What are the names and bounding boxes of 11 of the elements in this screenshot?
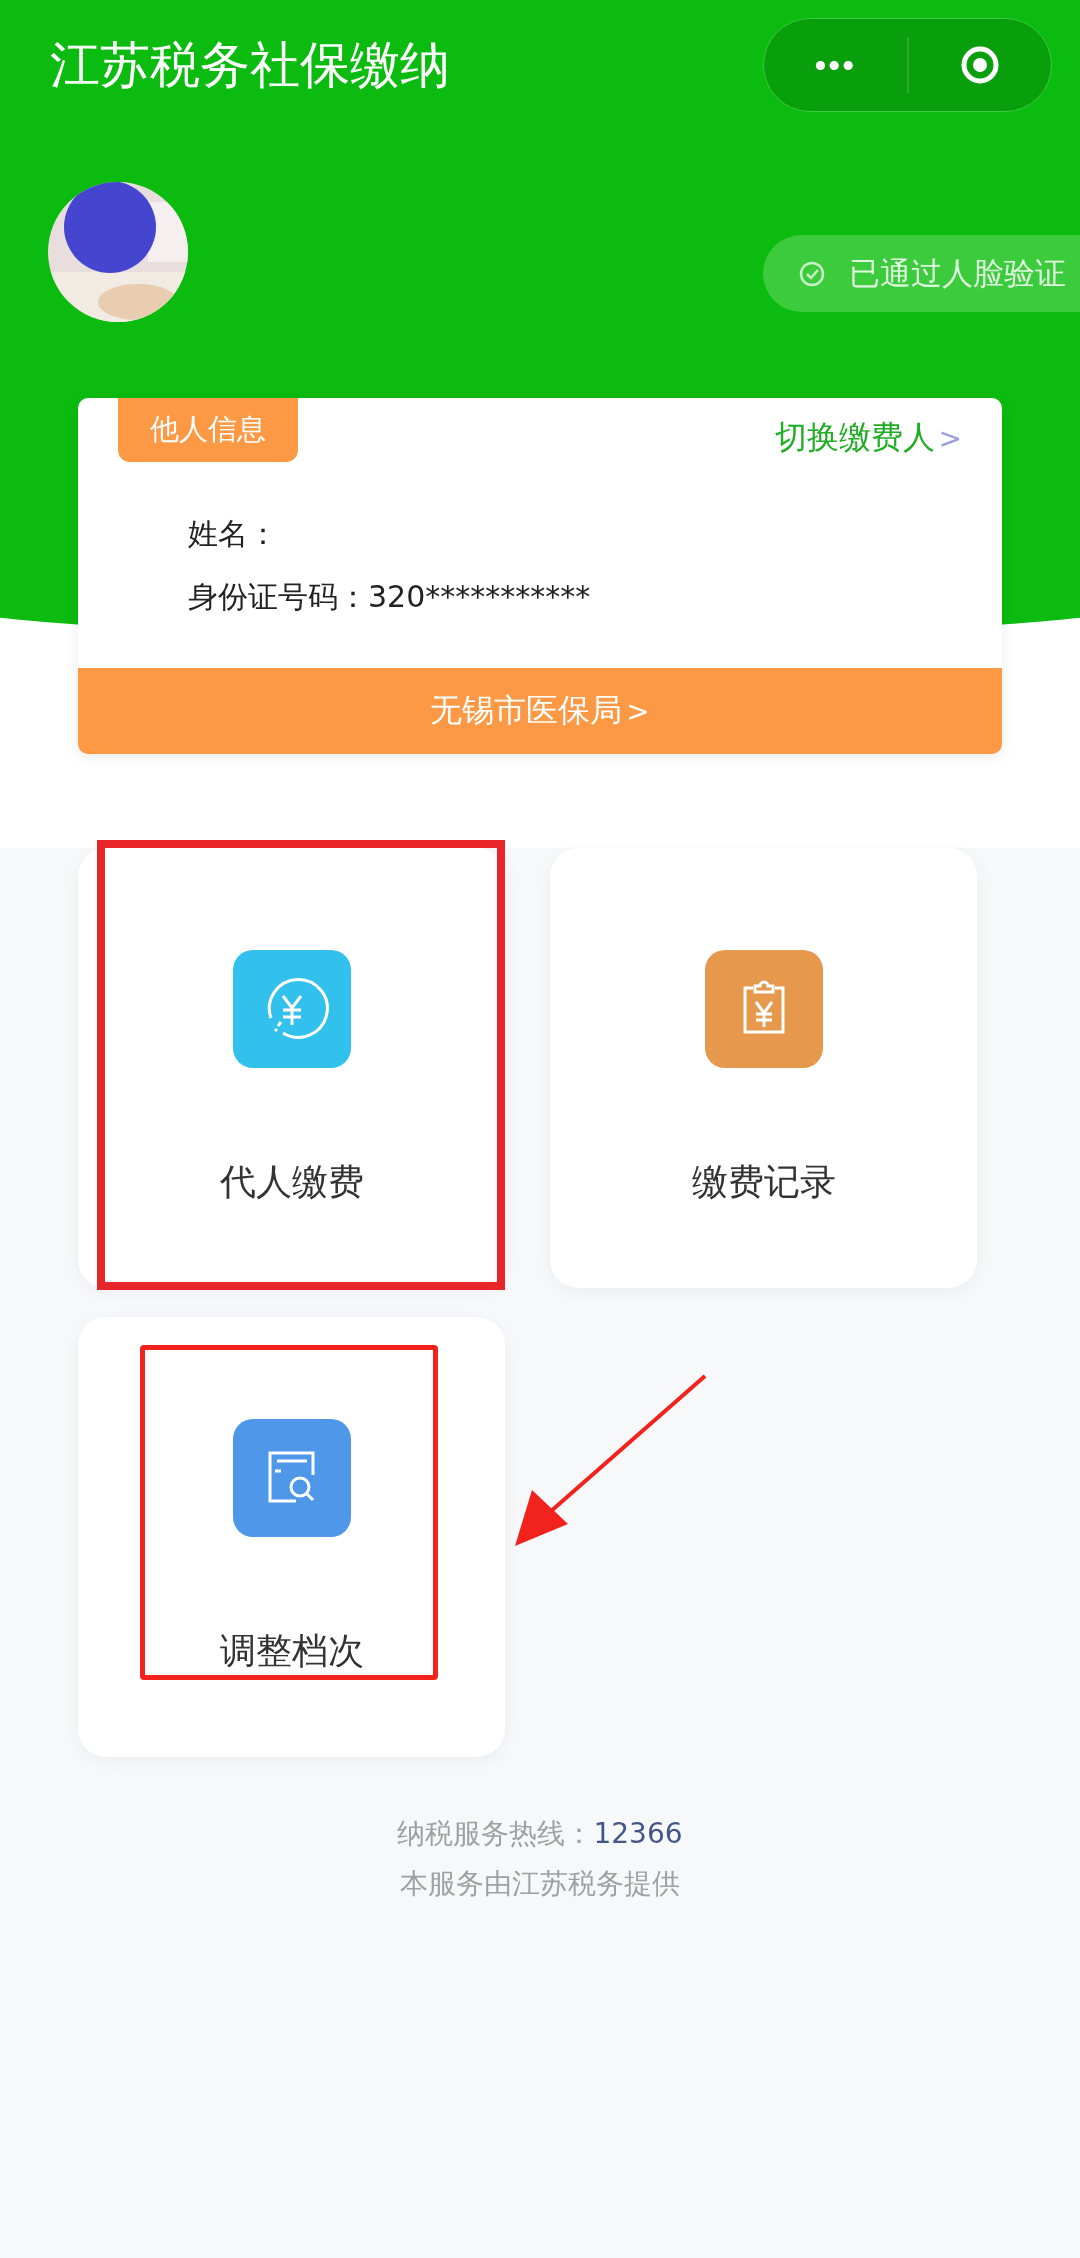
close-icon [959, 45, 1000, 85]
menu-tile[interactable]: 调整档次 [78, 1317, 505, 1757]
hotline-text: 纳税服务热线：12366 [397, 1816, 683, 1852]
more-button[interactable]: ••• [764, 19, 907, 111]
provider-text: 本服务由江苏税务提供 [400, 1866, 680, 1902]
menu-tile[interactable]: 缴费记录 [550, 848, 977, 1288]
info-tag: 他人信息 [118, 398, 298, 462]
verified-label: 已通过人脸验证 [849, 253, 1066, 293]
info-field: 姓名： [188, 514, 1002, 555]
info-field: 身份证号码：320*********** [188, 577, 1002, 618]
page-title: 江苏税务社保缴纳 [50, 34, 450, 96]
